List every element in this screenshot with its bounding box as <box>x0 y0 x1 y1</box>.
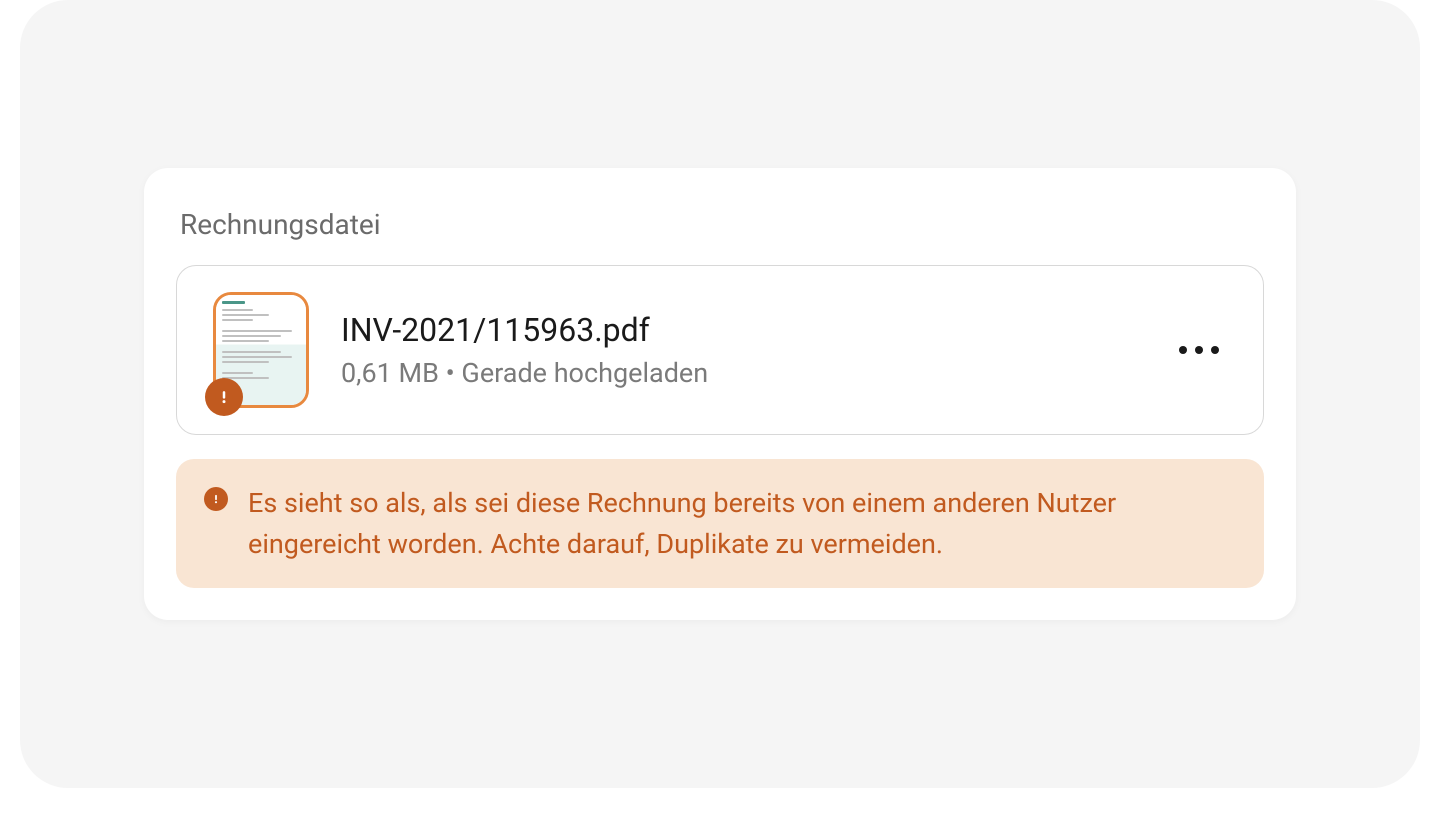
file-name: INV-2021/115963.pdf <box>341 311 1139 349</box>
more-dots-icon <box>1179 346 1187 354</box>
invoice-file-card: Rechnungsdatei <box>144 168 1296 620</box>
duplicate-warning-alert: Es sieht so als, als sei diese Rechnung … <box>176 459 1264 588</box>
file-attachment-row[interactable]: INV-2021/115963.pdf 0,61 MB • Gerade hoc… <box>176 265 1264 435</box>
file-meta: 0,61 MB • Gerade hochgeladen <box>341 357 1139 389</box>
file-thumbnail-wrapper <box>213 292 309 408</box>
alert-icon <box>204 487 228 511</box>
warning-badge-icon <box>205 378 243 416</box>
more-dots-icon <box>1195 346 1203 354</box>
page-container: Rechnungsdatei <box>20 0 1420 788</box>
alert-message: Es sieht so als, als sei diese Rechnung … <box>248 483 1236 564</box>
section-title: Rechnungsdatei <box>180 208 1264 241</box>
more-dots-icon <box>1211 346 1219 354</box>
more-options-button[interactable] <box>1171 338 1227 362</box>
file-info: INV-2021/115963.pdf 0,61 MB • Gerade hoc… <box>341 311 1139 389</box>
